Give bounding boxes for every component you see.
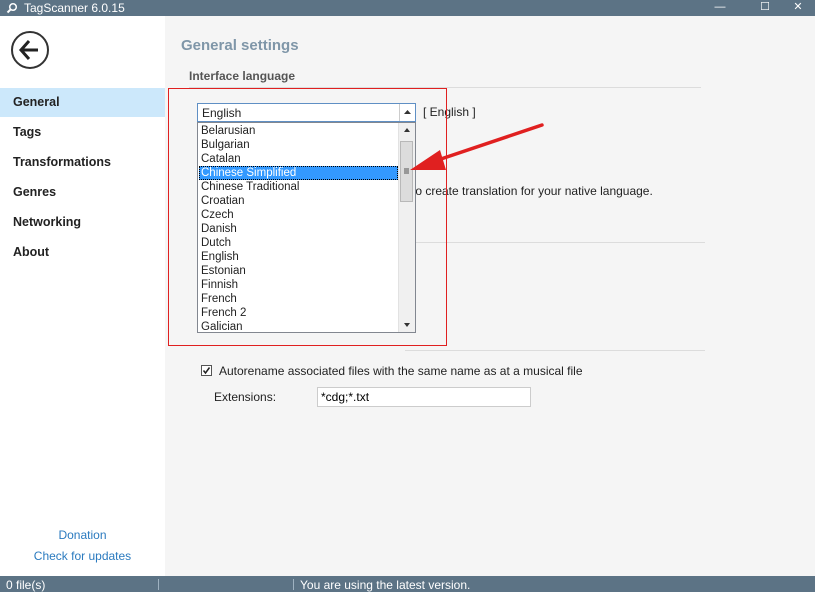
- sidebar-item-networking[interactable]: Networking: [0, 208, 165, 237]
- extensions-label: Extensions:: [214, 390, 277, 404]
- arrow-left-icon: [18, 40, 38, 60]
- minimize-button[interactable]: —: [706, 0, 734, 16]
- sidebar-item-about[interactable]: About: [0, 238, 165, 267]
- file-count: 0 file(s): [6, 578, 46, 592]
- translation-hint: to create translation for your native la…: [412, 184, 653, 198]
- section-title-interface-language: Interface language: [189, 69, 296, 83]
- close-button[interactable]: ✕: [784, 0, 812, 16]
- status-message: You are using the latest version.: [300, 578, 471, 592]
- check-updates-link[interactable]: Check for updates: [0, 549, 165, 563]
- window-title: TagScanner 6.0.15: [24, 1, 125, 15]
- checkmark-icon: [202, 367, 211, 375]
- status-bar: 0 file(s) You are using the latest versi…: [0, 576, 815, 592]
- title-bar: TagScanner 6.0.15 — ☐ ✕: [0, 0, 815, 16]
- magnifier-app-icon: [6, 2, 18, 14]
- back-button[interactable]: [11, 31, 49, 69]
- divider: [405, 242, 705, 243]
- sidebar-item-general[interactable]: General: [0, 88, 165, 117]
- sidebar-item-genres[interactable]: Genres: [0, 178, 165, 207]
- status-divider: [158, 579, 159, 590]
- autorename-label: Autorename associated files with the sam…: [219, 364, 583, 378]
- extensions-input[interactable]: [317, 387, 531, 407]
- sidebar-item-tags[interactable]: Tags: [0, 118, 165, 147]
- sidebar: General Tags Transformations Genres Netw…: [0, 16, 165, 576]
- divider: [405, 350, 705, 351]
- status-divider: [293, 579, 294, 590]
- page-title: General settings: [181, 37, 299, 54]
- sidebar-item-transformations[interactable]: Transformations: [0, 148, 165, 177]
- autorename-checkbox[interactable]: [201, 365, 212, 376]
- maximize-button[interactable]: ☐: [751, 0, 779, 16]
- donation-link[interactable]: Donation: [0, 528, 165, 542]
- annotation-highlight-box: [168, 88, 447, 346]
